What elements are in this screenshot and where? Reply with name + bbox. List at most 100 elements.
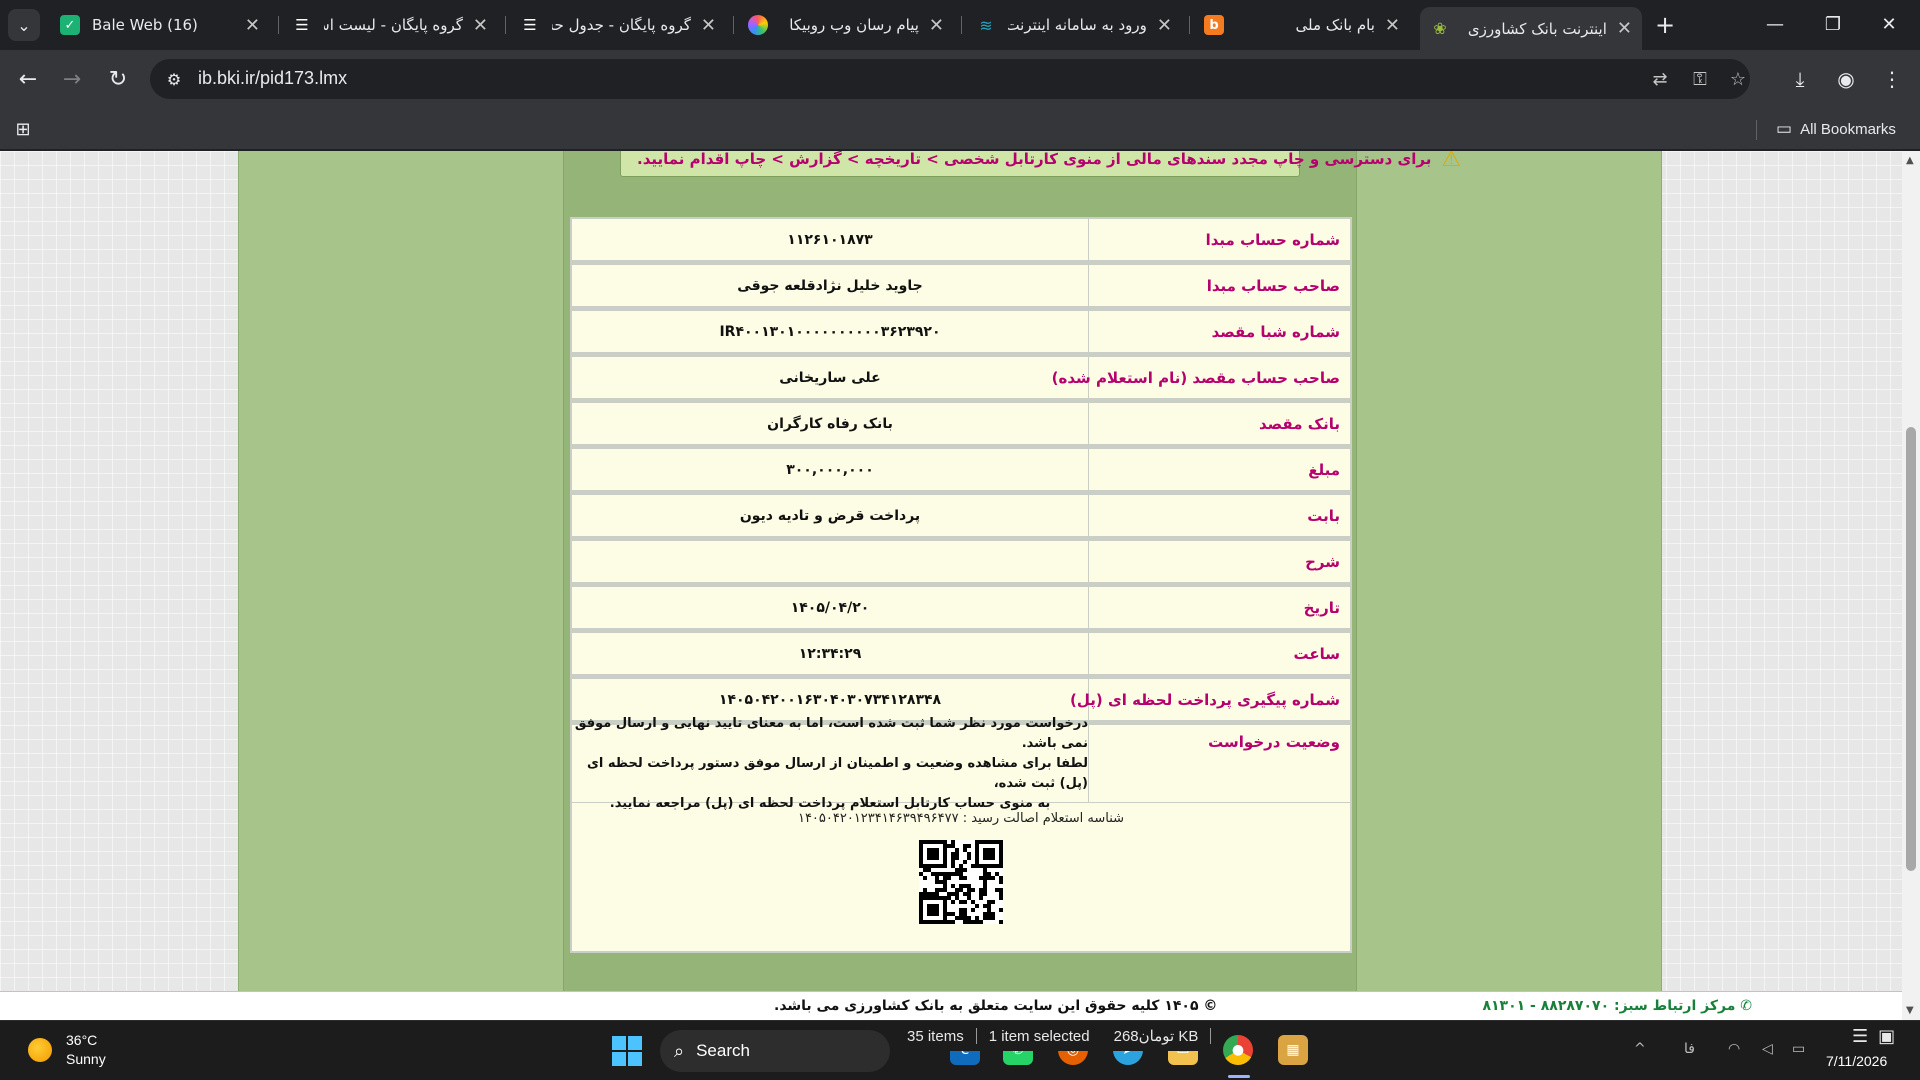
weather-temp: 36°C	[66, 1032, 98, 1048]
qr-module	[955, 852, 959, 856]
qr-module	[959, 876, 963, 880]
close-icon[interactable]: ✕	[245, 15, 260, 36]
site-settings-icon[interactable]: ⚙	[162, 67, 186, 91]
language-icon[interactable]: فا	[1684, 1041, 1695, 1057]
taskbar-date[interactable]: 7/11/2026	[1826, 1053, 1887, 1069]
apps-grid-icon[interactable]: ⊞	[12, 118, 34, 140]
bale-icon: ✓	[60, 15, 80, 35]
tab-rubika[interactable]: پیام رسان وب روبیکا ✕	[738, 8, 954, 42]
tab-keshavarzi[interactable]: ❀ اینترنت بانک کشاورزی ✕	[1420, 7, 1642, 50]
qr-module	[943, 920, 947, 924]
url-text[interactable]: ib.bki.ir/pid173.lmx	[198, 68, 347, 89]
arrow-right-icon: →	[62, 66, 82, 92]
qr-module	[983, 840, 987, 844]
tiles-view-icon[interactable]: ▣	[1878, 1026, 1895, 1047]
qr-module	[951, 872, 955, 876]
wifi-icon[interactable]: ◠	[1728, 1041, 1740, 1057]
qr-module	[943, 880, 947, 884]
tab-bank-login[interactable]: ≋ ورود به سامانه اینترنت ✕	[966, 8, 1182, 42]
qr-module	[935, 888, 939, 892]
notice-text: برای دسترسی و چاپ مجدد سندهای مالی از من…	[637, 151, 1432, 168]
close-window-button[interactable]: ✕	[1866, 6, 1912, 42]
qr-module	[943, 840, 947, 844]
qr-module	[951, 864, 955, 868]
scroll-thumb[interactable]	[1906, 427, 1916, 871]
list-icon: ☰	[295, 16, 309, 34]
menu-icon[interactable]: ⋮	[1876, 63, 1908, 95]
qr-module	[935, 872, 939, 876]
tab-paygan-table[interactable]: ☰ گروه پایگان - جدول حساب ✕	[510, 8, 726, 42]
qr-module	[975, 860, 979, 864]
all-bookmarks-button[interactable]: ▭ All Bookmarks	[1776, 118, 1896, 140]
qr-module	[999, 876, 1003, 880]
translate-icon[interactable]: ⇄	[1648, 67, 1672, 91]
close-icon[interactable]: ✕	[1157, 15, 1172, 36]
qr-module	[955, 892, 959, 896]
qr-module	[999, 880, 1003, 884]
row-label: شماره پیگیری پرداخت لحظه ای (پل)	[1070, 679, 1350, 720]
battery-icon[interactable]: ▭	[1792, 1041, 1805, 1057]
tab-paygan-list[interactable]: ☰ گروه پایگان - لیست اسناد ✕	[282, 8, 498, 42]
windows-start-icon[interactable]	[612, 1036, 642, 1066]
close-icon[interactable]: ✕	[1385, 15, 1400, 36]
qr-module	[943, 896, 947, 900]
qr-module	[963, 848, 967, 852]
minimize-button[interactable]: —	[1752, 6, 1798, 42]
close-icon[interactable]: ✕	[701, 15, 716, 36]
row-label: تاریخ	[1088, 587, 1350, 628]
qr-module	[959, 864, 963, 868]
close-icon[interactable]: ✕	[473, 15, 488, 36]
close-icon[interactable]: ✕	[1617, 18, 1632, 39]
taskbar-search[interactable]: ⌕ Search	[660, 1030, 890, 1072]
tab-search-button[interactable]: ⌄	[8, 9, 40, 41]
row-label: بانک مقصد	[1088, 403, 1350, 444]
close-icon[interactable]: ✕	[929, 15, 944, 36]
star-icon[interactable]: ☆	[1726, 67, 1750, 91]
qr-module	[951, 900, 955, 904]
receipt-row: شرح	[572, 541, 1350, 587]
qr-module	[919, 848, 923, 852]
qr-module	[919, 904, 923, 908]
new-tab-button[interactable]: +	[1650, 10, 1680, 40]
row-label: وضعیت درخواست	[1088, 725, 1350, 802]
tab-title: ورود به سامانه اینترنت	[1008, 16, 1147, 34]
weather-widget[interactable]: 36°C Sunny	[28, 1031, 106, 1069]
scroll-up-icon[interactable]: ▲	[1906, 155, 1914, 166]
details-view-icon[interactable]: ☰	[1852, 1026, 1868, 1047]
qr-module	[979, 840, 983, 844]
qr-module	[999, 920, 1003, 924]
qr-module	[963, 884, 967, 888]
store-icon[interactable]: ▦	[1278, 1035, 1308, 1065]
page-scrollbar[interactable]: ▲ ▼	[1902, 151, 1920, 1020]
qr-module	[983, 876, 987, 880]
row-value	[572, 541, 1088, 582]
back-button[interactable]: ←	[12, 63, 44, 95]
restore-button[interactable]: ❐	[1810, 6, 1856, 42]
volume-icon[interactable]: ◁	[1762, 1041, 1773, 1057]
qr-module	[943, 888, 947, 892]
qr-module	[967, 916, 971, 920]
qr-module	[991, 864, 995, 868]
qr-module	[975, 864, 979, 868]
qr-module	[927, 908, 931, 912]
key-icon[interactable]: ⚿	[1688, 67, 1712, 91]
scroll-down-icon[interactable]: ▼	[1906, 1005, 1914, 1016]
forward-button[interactable]: →	[56, 63, 88, 95]
copyright-text: © ۱۴۰۵ کلیه حقوق این سایت متعلق به بانک …	[774, 998, 1218, 1014]
qr-module	[927, 856, 931, 860]
download-icon[interactable]: ⤓	[1784, 63, 1816, 95]
qr-module	[987, 900, 991, 904]
qr-module	[927, 920, 931, 924]
reload-icon: ↻	[108, 66, 128, 92]
profile-icon[interactable]: ◉	[1830, 63, 1862, 95]
qr-module	[959, 908, 963, 912]
tab-bale[interactable]: ✓ Bale Web (16) ✕	[50, 8, 270, 42]
contact-text: مرکز ارتباط سبز: ۸۸۲۸۷۰۷۰ - ۸۱۳۰۱	[1482, 998, 1736, 1014]
tab-bam-melli[interactable]: b بام بانک ملی ✕	[1194, 8, 1410, 42]
sun-icon	[28, 1038, 52, 1062]
chrome-icon[interactable]: ●	[1223, 1035, 1253, 1065]
address-bar[interactable]: ⚙ ib.bki.ir/pid173.lmx ⇄ ⚿ ☆	[150, 59, 1750, 99]
qr-module	[999, 844, 1003, 848]
reload-button[interactable]: ↻	[102, 63, 134, 95]
chevron-up-icon[interactable]: ^	[1634, 1041, 1646, 1057]
